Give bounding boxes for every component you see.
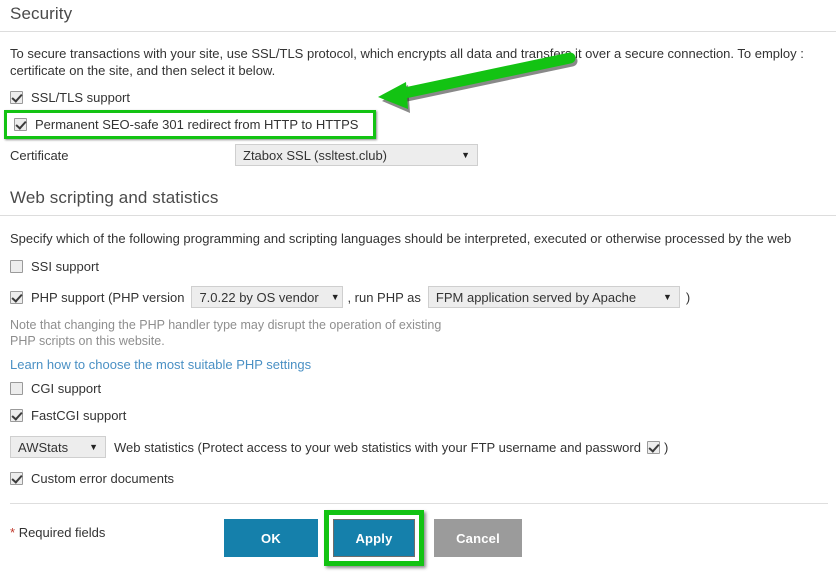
web-statistics-label: Web statistics (Protect access to your w… [114,439,641,455]
cgi-support-row[interactable]: CGI support [0,381,836,396]
required-fields-text: Required fields [18,525,106,540]
security-section-heading: Security [0,0,836,32]
custom-error-documents-row[interactable]: Custom error documents [0,471,836,486]
seo-redirect-checkbox[interactable] [14,118,27,131]
certificate-select-value: Ztabox SSL (ssltest.club) [243,147,388,163]
settings-page: Security To secure transactions with you… [0,0,836,573]
certificate-select[interactable]: Ztabox SSL (ssltest.club) ▼ [235,144,478,166]
scripting-intro-text: Specify which of the following programmi… [10,231,792,246]
security-intro-line1: To secure transactions with your site, u… [10,46,804,61]
custom-error-documents-checkbox[interactable] [10,472,23,485]
certificate-row: Certificate Ztabox SSL (ssltest.club) ▼ [0,144,836,166]
fastcgi-support-checkbox[interactable] [10,409,23,422]
ssi-support-label: SSI support [31,259,99,274]
ssl-support-checkbox[interactable] [10,91,23,104]
php-handler-note-line1: Note that changing the PHP handler type … [10,318,442,332]
web-statistics-row[interactable]: AWStats ▼ Web statistics (Protect access… [0,436,836,458]
chevron-down-icon: ▼ [461,149,470,160]
security-intro-line2: certificate on the site, and then select… [10,63,276,78]
apply-button[interactable]: Apply [333,519,415,557]
seo-redirect-row[interactable]: Permanent SEO-safe 301 redirect from HTT… [0,117,836,132]
custom-error-documents-label: Custom error documents [31,471,175,486]
php-support-label: PHP support (PHP version [31,289,185,305]
chevron-down-icon: ▼ [662,291,672,302]
chevron-down-icon: ▼ [89,441,98,452]
web-statistics-select-value: AWStats [18,439,69,455]
ssi-support-checkbox[interactable] [10,260,23,273]
ssl-support-row[interactable]: SSL/TLS support [0,90,836,105]
required-asterisk: * [10,525,16,540]
php-settings-help-link[interactable]: Learn how to choose the most suitable PH… [0,357,836,372]
required-fields-note: * Required fields [10,525,105,540]
php-version-select[interactable]: 7.0.22 by OS vendor ▼ [191,286,344,308]
php-handler-select-value: FPM application served by Apache [435,289,637,305]
cancel-button[interactable]: Cancel [434,519,522,557]
cgi-support-checkbox[interactable] [10,382,23,395]
ssi-support-row[interactable]: SSI support [0,259,836,274]
certificate-label: Certificate [10,147,69,163]
scripting-section-heading: Web scripting and statistics [0,182,836,216]
fastcgi-support-label: FastCGI support [31,408,127,423]
php-support-checkbox[interactable] [10,290,23,304]
php-paren-close: ) [685,289,691,305]
security-intro-text: To secure transactions with your site, u… [0,32,836,79]
ok-button[interactable]: OK [224,519,318,557]
php-support-row[interactable]: PHP support (PHP version 7.0.22 by OS ve… [0,286,836,308]
php-handler-select[interactable]: FPM application served by Apache ▼ [427,286,680,308]
footer-divider [10,503,828,504]
fastcgi-support-row[interactable]: FastCGI support [0,408,836,423]
ssl-support-label: SSL/TLS support [31,90,130,105]
php-version-select-value: 7.0.22 by OS vendor [199,289,319,305]
web-statistics-select[interactable]: AWStats ▼ [10,436,106,458]
web-statistics-paren-close: ) [663,439,669,455]
cgi-support-label: CGI support [31,381,102,396]
seo-redirect-label: Permanent SEO-safe 301 redirect from HTT… [35,117,359,132]
php-run-as-label: , run PHP as [347,289,421,305]
web-statistics-protect-checkbox[interactable] [646,440,660,454]
php-handler-note-line2: PHP scripts on this website. [10,334,165,348]
chevron-down-icon: ▼ [330,291,340,302]
